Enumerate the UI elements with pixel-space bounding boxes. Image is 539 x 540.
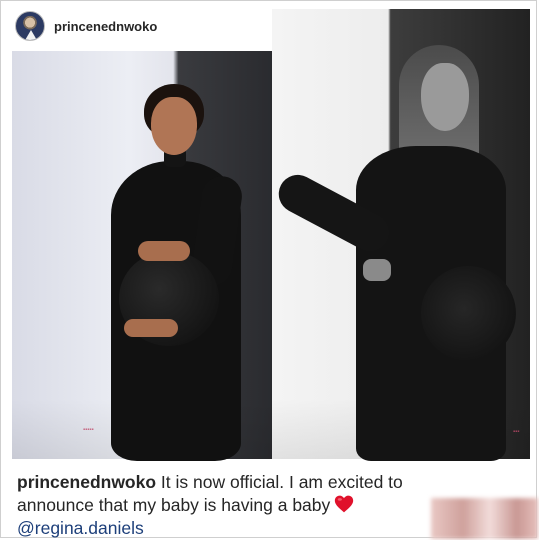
caption-username[interactable]: princenednwoko bbox=[17, 472, 156, 492]
face-shape bbox=[421, 63, 469, 131]
heart-icon bbox=[335, 495, 354, 513]
hand-shape bbox=[138, 241, 190, 261]
hand-shape bbox=[363, 259, 391, 281]
hand-shape bbox=[124, 319, 178, 337]
instagram-post: princenednwoko ▪▪▪▪▪ ▪▪▪ princenednwoko … bbox=[0, 0, 538, 540]
profile-avatar[interactable] bbox=[15, 11, 45, 41]
post-caption: princenednwoko It is now official. I am … bbox=[17, 471, 457, 540]
face-shape bbox=[151, 97, 197, 155]
watermark: ▪▪▪▪▪ bbox=[83, 427, 94, 433]
blurred-thumbnail bbox=[431, 498, 538, 539]
mention-link[interactable]: @regina.daniels bbox=[17, 518, 144, 538]
post-header: princenednwoko bbox=[15, 9, 157, 43]
post-username[interactable]: princenednwoko bbox=[54, 19, 157, 34]
watermark: ▪▪▪ bbox=[513, 429, 520, 435]
belly-shape bbox=[421, 266, 516, 361]
